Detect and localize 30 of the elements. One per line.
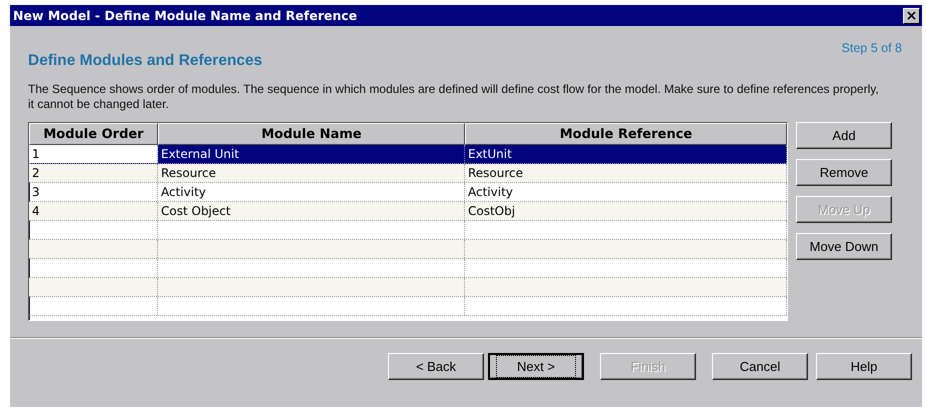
close-button[interactable]: × (903, 8, 920, 24)
side-button[interactable]: Add (796, 122, 892, 149)
table-cell: Cost Object (158, 202, 465, 220)
table-cell: 1 (29, 145, 158, 163)
table-cell: Activity (158, 183, 465, 201)
wizard-button[interactable]: Cancel (712, 353, 808, 380)
side-button[interactable]: Remove (796, 159, 892, 186)
table-cell: External Unit (158, 145, 465, 163)
wizard-button[interactable]: < Back (388, 353, 484, 380)
table-cell: 3 (29, 183, 158, 201)
table-row[interactable]: 1 External Unit ExtUnit (29, 145, 787, 164)
table-row[interactable]: 4 Cost Object CostObj (29, 202, 787, 221)
table-cell: CostObj (465, 202, 787, 220)
step-indicator: Step 5 of 8 (842, 41, 902, 55)
table-cell: Activity (465, 183, 787, 201)
table-cell: 2 (29, 164, 158, 182)
description-text: The Sequence shows order of modules. The sequence in which modules are defined will define cost flow for the model. Make sure to define references properly, it cannot be changed later. (28, 82, 880, 112)
window-title: New Model - Define Module Name and Reference (13, 8, 358, 23)
wizard-button[interactable]: Help (816, 353, 912, 380)
side-button[interactable]: Move Down (796, 233, 892, 260)
column-header[interactable]: Module Name (158, 123, 465, 145)
table-row[interactable]: 2 Resource Resource (29, 164, 787, 183)
table-cell: Resource (465, 164, 787, 182)
wizard-button[interactable]: Next > (488, 353, 584, 380)
column-header[interactable]: Module Reference (465, 123, 787, 145)
table-cell: ExtUnit (465, 145, 787, 163)
table-cell: Resource (158, 164, 465, 182)
column-header[interactable]: Module Order (29, 123, 158, 145)
page-heading: Define Modules and References (28, 52, 262, 70)
table-cell: 4 (29, 202, 158, 220)
